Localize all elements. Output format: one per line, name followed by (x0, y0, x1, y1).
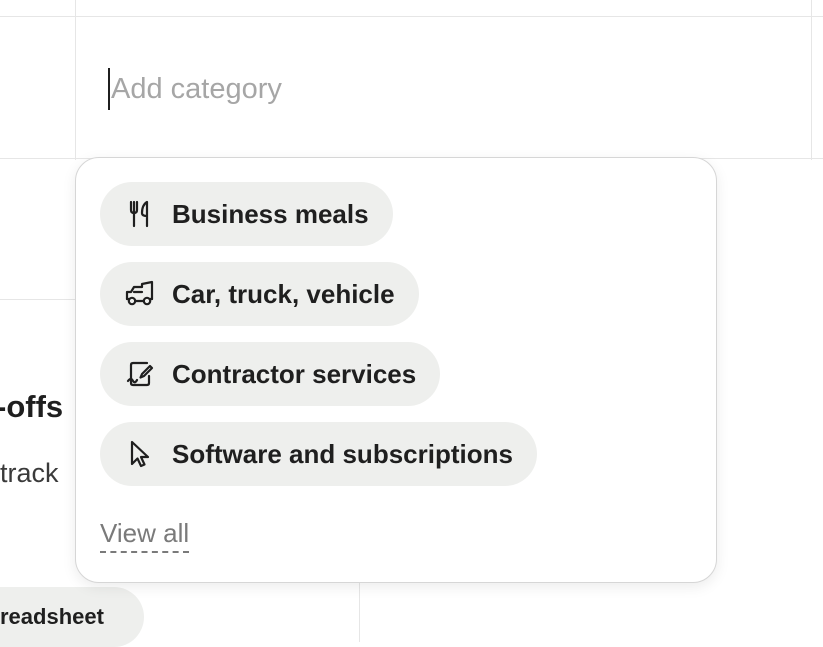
grid-line (75, 0, 76, 160)
background-chip-label: readsheet (0, 604, 104, 629)
text-caret (108, 68, 110, 110)
grid-line (0, 299, 76, 300)
category-input[interactable] (111, 72, 411, 106)
grid-line (811, 0, 812, 160)
category-option-software-subscriptions[interactable]: Software and subscriptions (100, 422, 537, 486)
category-suggestions-dropdown: Business meals Car, truck, vehicle Contr… (75, 157, 717, 583)
grid-line (359, 582, 360, 642)
option-label: Contractor services (172, 358, 417, 389)
view-all-link[interactable]: View all (100, 518, 190, 553)
option-label: Software and subscriptions (172, 438, 513, 469)
category-option-car-truck-vehicle[interactable]: Car, truck, vehicle (100, 262, 419, 326)
option-label: Car, truck, vehicle (172, 278, 395, 309)
background-subtext: track (0, 458, 59, 488)
category-input-container[interactable] (108, 68, 411, 110)
fork-knife-icon (124, 198, 156, 230)
grid-line (0, 16, 823, 17)
car-icon (124, 278, 156, 310)
cursor-pointer-icon (124, 438, 156, 470)
category-option-contractor-services[interactable]: Contractor services (100, 342, 441, 406)
category-option-list: Business meals Car, truck, vehicle Contr… (100, 182, 537, 486)
contract-sign-icon (124, 358, 156, 390)
category-option-business-meals[interactable]: Business meals (100, 182, 393, 246)
background-heading: -offs (0, 389, 64, 424)
background-spreadsheet-button[interactable]: readsheet (0, 587, 144, 647)
option-label: Business meals (172, 198, 369, 229)
